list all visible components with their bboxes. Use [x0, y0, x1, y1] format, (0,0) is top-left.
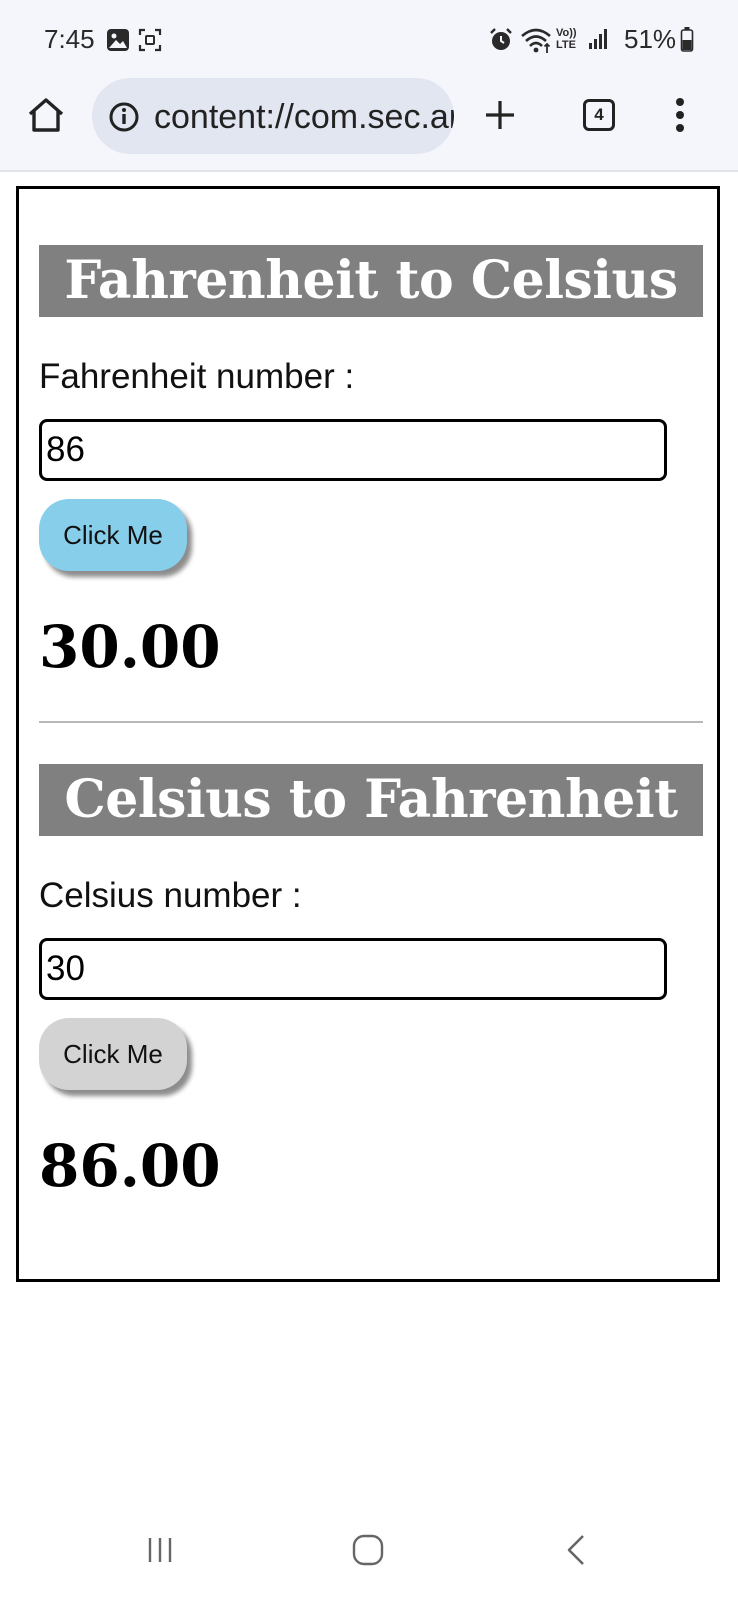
celsius-input[interactable]: [39, 938, 667, 1000]
fahrenheit-to-celsius-section: Fahrenheit to Celsius Fahrenheit number …: [39, 245, 703, 685]
section-divider: [39, 721, 703, 723]
tabs-count: 4: [594, 105, 604, 124]
more-icon: [676, 98, 684, 132]
fahrenheit-result: 86.00: [39, 1132, 221, 1200]
convert-to-fahrenheit-button[interactable]: Click Me: [39, 1018, 187, 1090]
volte-icon: Vo)) LTE: [556, 27, 577, 51]
convert-to-celsius-button[interactable]: Click Me: [39, 499, 187, 571]
gallery-icon: [107, 29, 129, 51]
url-text: content://com.sec.android.app.myfiles: [154, 98, 454, 136]
status-time: 7:45: [44, 24, 95, 54]
fahrenheit-label: Fahrenheit number :: [39, 357, 355, 396]
new-tab-icon: [486, 101, 514, 129]
address-bar[interactable]: content://com.sec.android.app.myfiles: [92, 78, 454, 154]
recent-apps-icon: [148, 1538, 172, 1562]
celsius-label: Celsius number :: [39, 876, 302, 915]
converter-container: Fahrenheit to Celsius Fahrenheit number …: [16, 186, 720, 1282]
wifi-icon: [521, 28, 551, 53]
battery-icon: [680, 27, 694, 52]
home-nav-icon: [352, 1534, 384, 1566]
home-button[interactable]: [20, 86, 72, 144]
new-tab-button[interactable]: [474, 86, 526, 144]
more-menu-button[interactable]: [664, 86, 696, 144]
back-icon: [567, 1535, 584, 1565]
info-icon: [109, 102, 139, 132]
celsius-to-fahrenheit-section: Celsius to Fahrenheit Celsius number : C…: [39, 764, 703, 1204]
celsius-to-fahrenheit-title: Celsius to Fahrenheit: [39, 764, 703, 836]
system-nav-bar: [0, 1500, 738, 1600]
browser-toolbar: content://com.sec.android.app.myfiles 4: [0, 74, 738, 172]
tabs-icon: 4: [583, 99, 615, 131]
screen-capture-icon: [138, 28, 162, 52]
fahrenheit-to-celsius-title: Fahrenheit to Celsius: [39, 245, 703, 317]
home-icon: [28, 98, 64, 132]
back-button[interactable]: [536, 1520, 616, 1580]
home-nav-button[interactable]: [328, 1520, 408, 1580]
status-bar: 7:45 Vo)) LTE 51%: [0, 0, 738, 74]
recent-apps-button[interactable]: [120, 1520, 200, 1580]
fahrenheit-input[interactable]: [39, 419, 667, 481]
signal-icon: [589, 29, 607, 49]
battery-percentage: 51%: [624, 24, 677, 54]
tabs-button[interactable]: 4: [568, 86, 630, 144]
alarm-icon: [490, 28, 512, 50]
celsius-result: 30.00: [39, 613, 221, 681]
